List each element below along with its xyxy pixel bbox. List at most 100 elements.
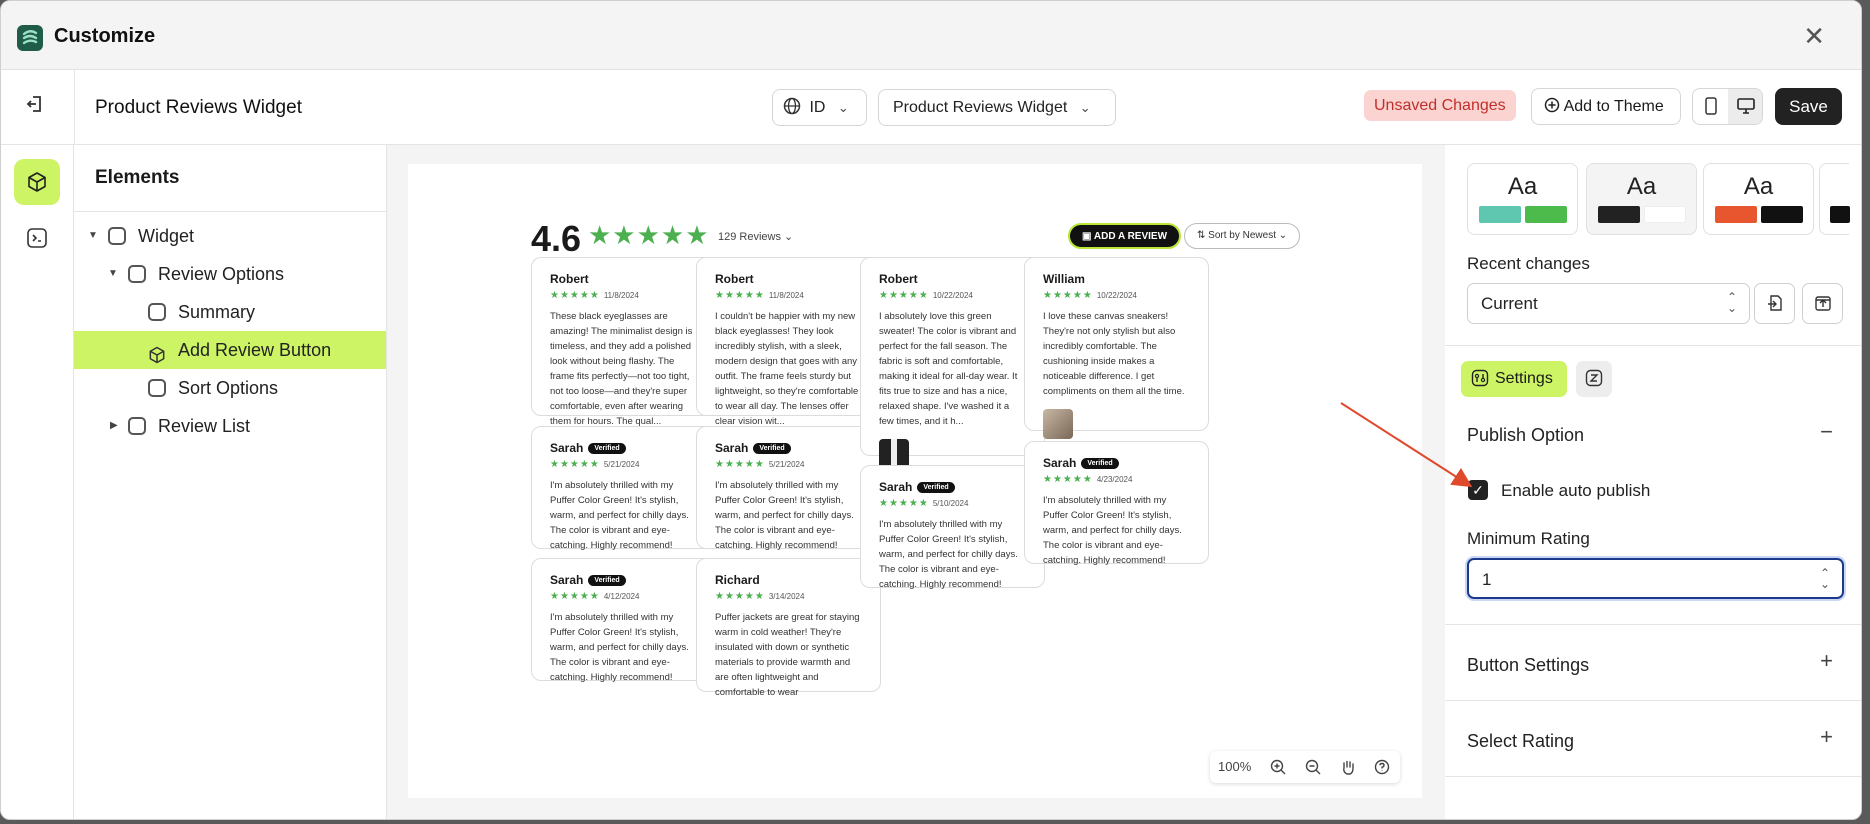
color-swatch [1525,206,1567,223]
tree-node-sort-options[interactable]: Sort Options [74,369,386,407]
title-bar: Customize ✕ [1,1,1861,70]
review-date: 5/10/2024 [932,499,969,508]
select-arrows-icon: ⌃ ⌄ [1726,290,1737,315]
theme-preset[interactable]: Aa [1703,163,1814,235]
settings-panel: Aa Aa Aa Recent changes Current ⌃ ⌄ Sett… [1445,145,1861,819]
review-count[interactable]: 129 Reviews ⌄ [718,230,793,243]
expand-icon[interactable]: + [1820,724,1833,750]
customize-window: Customize ✕ Product Reviews Widget ID ⌄ … [0,0,1862,820]
help-icon[interactable] [1374,759,1390,778]
caret-right-icon[interactable]: ▶ [110,407,118,445]
review-card: Sarah Verified ★★★★★ 5/21/2024 I'm absolut… [531,426,716,551]
sort-label: Sort by Newest [1208,230,1276,241]
recent-changes-label: Recent changes [1467,254,1590,273]
elements-cube-icon[interactable] [14,159,60,205]
language-select[interactable]: ID ⌄ [772,89,867,126]
zoom-in-icon[interactable] [1270,759,1286,778]
review-photo[interactable] [1043,409,1073,439]
widget-icon [108,227,126,245]
review-card: Sarah Verified ★★★★★ 5/10/2024 I'm absolut… [860,465,1045,590]
section-icon [148,379,166,397]
add-review-button[interactable]: ▣ ADD A REVIEW [1068,223,1182,249]
language-label: ID [809,99,826,116]
chevron-down-icon: ⌄ [1278,230,1288,241]
reviewer-name: Robert [550,272,589,286]
desktop-view-icon[interactable] [1728,89,1762,124]
add-to-theme-button[interactable]: Add to Theme [1531,88,1681,125]
select-rating-heading[interactable]: Select Rating [1467,731,1574,752]
elements-panel: Elements ▼ Widget ▼ Review Options Summa… [74,145,387,819]
review-card: Richard ★★★★★ 3/14/2024 Puffer jackets ar… [696,558,881,698]
review-date: 10/22/2024 [932,291,973,300]
theme-preset[interactable] [1819,163,1850,235]
tree-node-review-list[interactable]: ▶ Review List [74,407,386,445]
tree-node-review-options[interactable]: ▼ Review Options [74,255,386,293]
verified-badge: Verified [1081,458,1119,470]
tree-node-label: Summary [178,302,256,322]
top-toolbar: Product Reviews Widget ID ⌄ Product Revi… [1,70,1861,145]
theme-preset[interactable]: Aa [1586,163,1697,235]
zoom-out-icon[interactable] [1305,759,1321,778]
button-settings-heading[interactable]: Button Settings [1467,655,1589,676]
caret-down-icon[interactable]: ▼ [108,255,118,293]
review-card: Robert ★★★★★ 10/22/2024 I absolutely love… [860,257,1045,469]
theme-preset-sample: Aa [1626,173,1657,200]
reviewer-name: William [1043,272,1085,286]
color-swatch [1479,206,1521,223]
enable-auto-publish-checkbox[interactable]: ✓ [1468,480,1488,500]
pencil-icon: ▣ [1082,231,1092,242]
color-swatch [1644,206,1686,223]
publish-option-heading[interactable]: Publish Option [1467,425,1584,446]
theme-preset[interactable]: Aa [1467,163,1578,235]
select-arrows-icon: ⌃ ⌄ [1819,566,1830,591]
tree-node-add-review-button[interactable]: Add Review Button [74,331,386,369]
device-toggle [1692,88,1763,125]
element-tree: ▼ Widget ▼ Review Options Summary Add Re… [74,217,386,445]
review-text: Puffer jackets are great for staying war… [715,612,860,698]
review-card: Sarah Verified ★★★★★ 5/21/2024 I'm absolut… [696,426,881,551]
tree-node-summary[interactable]: Summary [74,293,386,331]
mobile-view-icon[interactable] [1693,89,1728,124]
reviewer-name: Sarah [715,441,749,455]
color-swatch [1761,206,1803,223]
widget-select[interactable]: Product Reviews Widget ⌄ [878,89,1116,126]
tab-settings-label: Settings [1495,370,1553,387]
minimum-rating-select[interactable]: 1 ⌃ ⌄ [1467,558,1844,599]
caret-down-icon[interactable]: ▼ [88,217,98,255]
tree-node-widget[interactable]: ▼ Widget [74,217,386,255]
recent-changes-select[interactable]: Current ⌃ ⌄ [1467,283,1750,324]
verified-badge: Verified [917,482,955,494]
widget-icon [128,417,146,435]
zoom-toolbar: 100% [1210,751,1400,783]
review-text: I'm absolutely thrilled with my Puffer C… [715,480,854,551]
sort-icon: ⇅ [1197,230,1206,241]
expand-icon[interactable]: + [1820,648,1833,674]
collapse-icon[interactable]: − [1820,419,1833,445]
close-icon[interactable]: ✕ [1803,23,1825,49]
card-stars: ★★★★★ [879,290,929,301]
left-rail [1,145,74,819]
export-icon[interactable] [1802,283,1843,324]
review-card: William ★★★★★ 10/22/2024 I love these can… [1024,257,1209,439]
review-date: 4/23/2024 [1096,475,1133,484]
color-swatch [1830,206,1850,223]
exit-icon[interactable] [25,94,45,120]
card-stars: ★★★★★ [715,459,765,470]
code-terminal-icon[interactable] [14,215,60,261]
verified-badge: Verified [588,575,626,587]
save-button[interactable]: Save [1775,88,1842,125]
review-text: I'm absolutely thrilled with my Puffer C… [550,480,689,551]
review-text: I'm absolutely thrilled with my Puffer C… [1043,495,1182,566]
dynamic-content-icon[interactable] [1576,361,1612,397]
tab-settings[interactable]: Settings [1461,361,1567,397]
card-stars: ★★★★★ [715,591,765,602]
minimum-rating-value: 1 [1482,570,1492,589]
review-date: 10/22/2024 [1096,291,1137,300]
preview-canvas: 4.6 ★★★★★ 129 Reviews ⌄ ▣ ADD A REVIEW ⇅… [387,145,1445,819]
import-icon[interactable] [1754,283,1795,324]
hand-pan-icon[interactable] [1340,759,1356,778]
review-card: Robert ★★★★★ 11/8/2024 I couldn't be happ… [696,257,881,427]
widget-select-label: Product Reviews Widget [893,99,1068,116]
verified-badge: Verified [753,443,791,455]
sort-select[interactable]: ⇅ Sort by Newest ⌄ [1184,223,1301,249]
